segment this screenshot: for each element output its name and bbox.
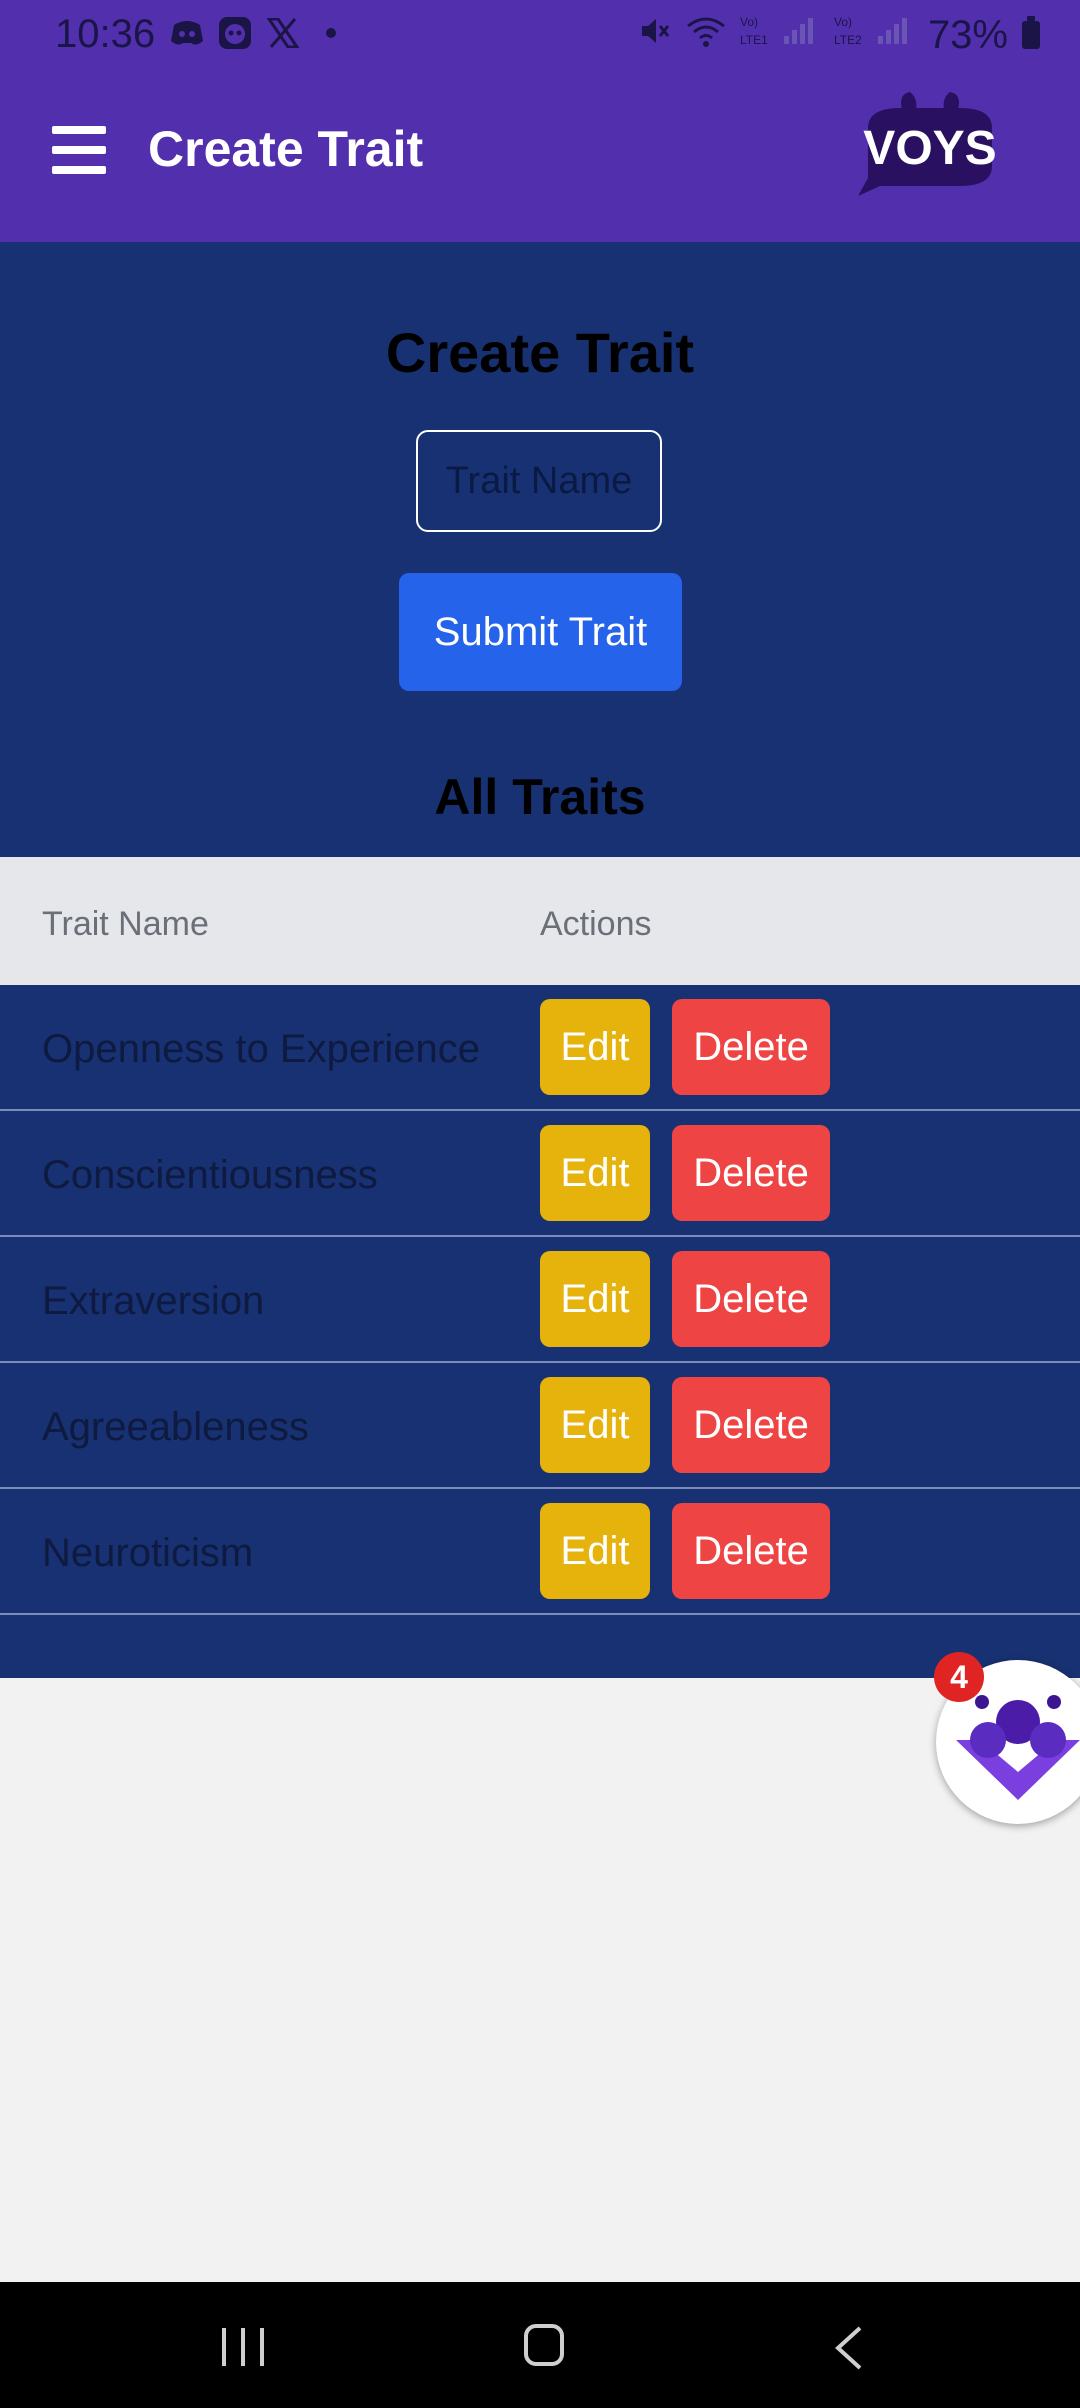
status-bar: 10:36 Vo) LTE1 Vo) LTE2 73% [0,0,1080,74]
mute-icon [638,13,672,58]
recent-apps-icon[interactable] [222,2328,264,2366]
notification-badge: 4 [934,1652,984,1702]
status-time: 10:36 [55,12,156,56]
back-icon[interactable] [834,2326,864,2370]
all-traits-heading: All Traits [434,769,646,825]
table-row: Extraversion Edit Delete [0,1237,1080,1363]
notification-icons [170,16,348,50]
edit-button[interactable]: Edit [540,1251,650,1347]
x-icon [266,16,300,50]
battery-icon [1022,16,1040,49]
table-header: Trait Name Actions [0,857,1080,985]
table-row: Agreeableness Edit Delete [0,1363,1080,1489]
svg-text:Vo): Vo) [740,15,758,29]
trait-name-input[interactable] [416,430,662,532]
delete-button[interactable]: Delete [672,1251,830,1347]
app-bar: Create Trait VOYS [0,74,1080,242]
dot-icon [314,16,348,50]
system-indicators: Vo) LTE1 Vo) LTE2 73% [638,12,1040,58]
table-row: Neuroticism Edit Delete [0,1489,1080,1615]
delete-button[interactable]: Delete [672,1377,830,1473]
column-header-actions: Actions [540,905,652,943]
submit-trait-button[interactable]: Submit Trait [399,573,682,691]
svg-text:LTE2: LTE2 [834,33,862,47]
trait-name-cell: Agreeableness [42,1405,309,1449]
voys-logo[interactable]: VOYS [840,88,1020,200]
system-nav-bar [0,2282,1080,2408]
bot-icon [218,16,252,50]
lte2-signal-icon: Vo) LTE2 [834,12,914,58]
trait-name-cell: Extraversion [42,1279,265,1323]
form-heading: Create Trait [385,321,695,384]
delete-button[interactable]: Delete [672,1503,830,1599]
create-trait-panel: Create Trait Submit Trait All Traits Tra… [0,242,1080,1678]
battery-percent: 73% [927,12,1008,57]
edit-button[interactable]: Edit [540,1503,650,1599]
edit-button[interactable]: Edit [540,999,650,1095]
svg-text:Vo): Vo) [834,15,852,29]
traits-table: Trait Name Actions Openness to Experienc… [0,857,1080,1615]
discord-icon [170,16,204,50]
trait-name-cell: Openness to Experience [42,1027,481,1071]
table-row: Openness to Experience Edit Delete [0,985,1080,1111]
home-icon[interactable] [524,2324,564,2366]
edit-button[interactable]: Edit [540,1125,650,1221]
svg-text:VOYS: VOYS [863,122,996,175]
column-header-trait-name: Trait Name [42,905,209,943]
delete-button[interactable]: Delete [672,999,830,1095]
trait-name-cell: Neuroticism [42,1531,254,1575]
page-title: Create Trait [148,121,424,177]
table-row: Conscientiousness Edit Delete [0,1111,1080,1237]
menu-icon[interactable] [52,126,106,174]
edit-button[interactable]: Edit [540,1377,650,1473]
trait-name-cell: Conscientiousness [42,1153,378,1197]
svg-text:LTE1: LTE1 [740,33,768,47]
lte1-signal-icon: Vo) LTE1 [740,12,820,58]
delete-button[interactable]: Delete [672,1125,830,1221]
wifi-icon [686,13,726,58]
